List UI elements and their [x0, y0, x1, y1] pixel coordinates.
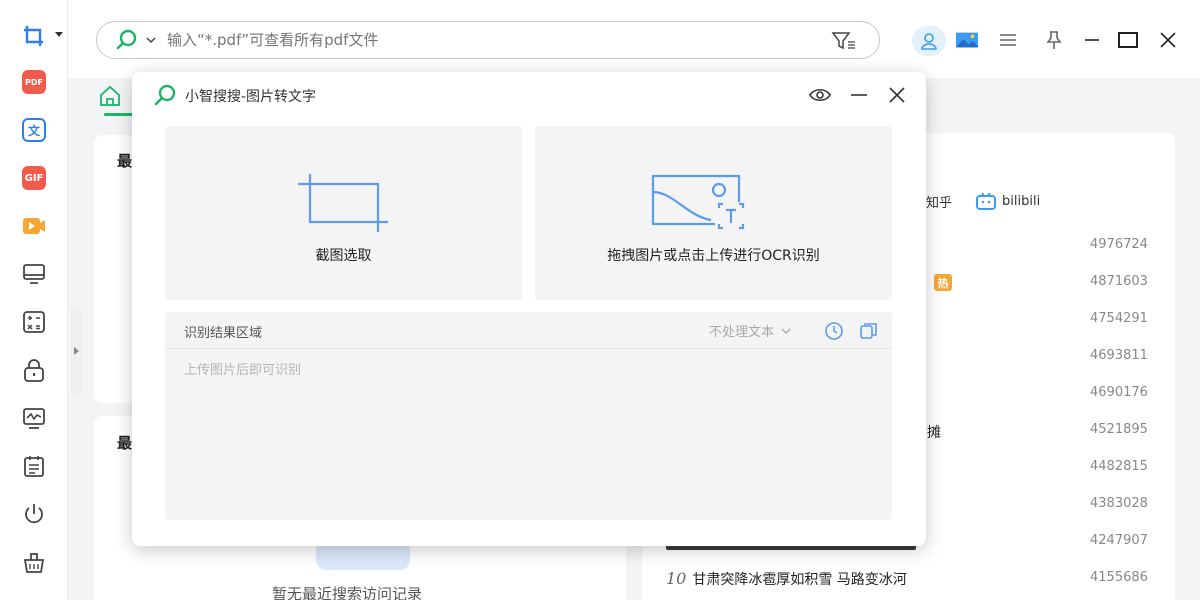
- source-tab-zhihu[interactable]: 知乎: [926, 192, 952, 211]
- close-icon: [1160, 32, 1176, 48]
- calculator-icon: [23, 311, 45, 333]
- hot-count: 4155686: [1090, 570, 1148, 585]
- gif-icon: GIF: [22, 166, 46, 190]
- image-to-text-dialog: 小智搜搜-图片转文字 截图选取 拖拽图片或点击上传进行OCR识别 识别结果区域 …: [132, 72, 926, 546]
- user-account-button[interactable]: [912, 26, 946, 56]
- recent-files-title: 最: [117, 152, 133, 170]
- result-header: 识别结果区域 不处理文本: [165, 312, 892, 349]
- cleanup-icon: [23, 553, 45, 573]
- hot-item-title: 甘肃突降冰雹厚如积雪 马路变冰河: [692, 572, 907, 588]
- calendar-icon: [24, 456, 44, 477]
- close-window-button[interactable]: [1156, 28, 1180, 52]
- maximize-icon: [1118, 32, 1138, 48]
- dialog-minimize-icon[interactable]: [848, 84, 870, 106]
- left-tool-rail: PDF 文 GIF: [0, 0, 68, 600]
- hot-count: 4871603: [1090, 274, 1148, 289]
- bilibili-icon: [976, 192, 996, 210]
- screenshot-tool[interactable]: [20, 22, 48, 50]
- chevron-down-icon[interactable]: [55, 32, 63, 37]
- recent-files-card: [94, 135, 134, 403]
- performance-tool[interactable]: [20, 404, 48, 432]
- eye-icon[interactable]: [808, 84, 832, 106]
- dialog-close-icon[interactable]: [886, 84, 908, 106]
- calendar-tool[interactable]: [20, 452, 48, 480]
- video-icon: [23, 218, 45, 234]
- gif-tool[interactable]: GIF: [20, 164, 48, 192]
- search-input[interactable]: [167, 31, 767, 49]
- calculator-tool[interactable]: [20, 308, 48, 336]
- user-icon: [921, 33, 937, 50]
- hot-count: 4690176: [1090, 385, 1148, 400]
- search-icon: [116, 29, 137, 50]
- chevron-down-icon: [781, 328, 791, 334]
- screenshot-icon: [24, 26, 43, 46]
- minimize-window-button[interactable]: [1080, 28, 1104, 52]
- ocr-upload-label: 拖拽图片或点击上传进行OCR识别: [607, 248, 820, 264]
- minimize-icon: [1085, 39, 1099, 41]
- hot-count: 4482815: [1090, 459, 1148, 474]
- copy-icon[interactable]: [859, 321, 879, 341]
- home-tab-indicator: [104, 113, 134, 116]
- power-tool[interactable]: [20, 500, 48, 528]
- lock-tool[interactable]: [20, 356, 48, 384]
- hot-count: 4976724: [1090, 237, 1148, 252]
- power-icon: [25, 504, 43, 524]
- hot-item-rank: 10: [666, 569, 687, 588]
- hot-item-fragment: 摊: [927, 425, 941, 441]
- pdf-icon: PDF: [22, 70, 46, 94]
- wallpaper-button[interactable]: [955, 28, 979, 52]
- home-icon[interactable]: [98, 84, 122, 108]
- text-mode-value: 不处理文本: [709, 325, 775, 340]
- image-upload-icon: [651, 174, 745, 230]
- hot-count: 4247907: [1090, 533, 1148, 548]
- source-tab-bilibili[interactable]: bilibili: [976, 192, 1040, 210]
- maximize-window-button[interactable]: [1116, 28, 1140, 52]
- hot-list-item[interactable]: 10 甘肃突降冰雹厚如积雪 马路变冰河: [666, 569, 907, 589]
- image-icon: [955, 32, 979, 48]
- source-tab-bilibili-label: bilibili: [1002, 193, 1041, 209]
- result-placeholder: 上传图片后即可识别: [184, 363, 302, 378]
- result-area: 识别结果区域 不处理文本 上传图片后即可识别: [165, 312, 892, 520]
- dialog-header: 小智搜搜-图片转文字: [132, 72, 926, 118]
- main-menu-button[interactable]: [996, 28, 1020, 52]
- filter-icon[interactable]: [831, 30, 857, 52]
- cleanup-tool[interactable]: [20, 548, 48, 576]
- dialog-title: 小智搜搜-图片转文字: [185, 89, 317, 105]
- global-search-box[interactable]: [96, 21, 880, 59]
- pin-icon: [1046, 31, 1062, 49]
- recent-searches-title: 最: [117, 434, 133, 452]
- text-mode-select[interactable]: 不处理文本: [709, 321, 792, 340]
- hot-count: 4383028: [1090, 496, 1148, 511]
- video-tool[interactable]: [20, 212, 48, 240]
- pdf-tool[interactable]: PDF: [20, 68, 48, 96]
- empty-state-text: 暂无最近搜索访问记录: [272, 585, 423, 600]
- search-logo-icon: [154, 84, 176, 106]
- ocr-upload-area[interactable]: 拖拽图片或点击上传进行OCR识别: [535, 126, 892, 300]
- hot-count: 4521895: [1090, 422, 1148, 437]
- monitor-tool[interactable]: [20, 260, 48, 288]
- crop-select-button[interactable]: 截图选取: [165, 126, 522, 300]
- crop-select-label: 截图选取: [315, 248, 372, 264]
- translate-tool[interactable]: 文: [20, 116, 48, 144]
- result-area-title: 识别结果区域: [184, 326, 263, 341]
- rail-collapse-handle[interactable]: [70, 308, 82, 394]
- performance-icon: [23, 408, 45, 429]
- hot-count: 4693811: [1090, 348, 1148, 363]
- pin-window-button[interactable]: [1042, 28, 1066, 52]
- translate-icon: 文: [22, 118, 46, 142]
- chevron-down-icon[interactable]: [145, 34, 157, 46]
- lock-icon: [24, 359, 44, 382]
- menu-icon: [1000, 34, 1016, 46]
- history-icon[interactable]: [824, 321, 844, 341]
- crop-icon: [298, 174, 388, 232]
- hot-count: 4754291: [1090, 311, 1148, 326]
- monitor-icon: [23, 264, 45, 284]
- hot-badge: 热: [934, 274, 952, 291]
